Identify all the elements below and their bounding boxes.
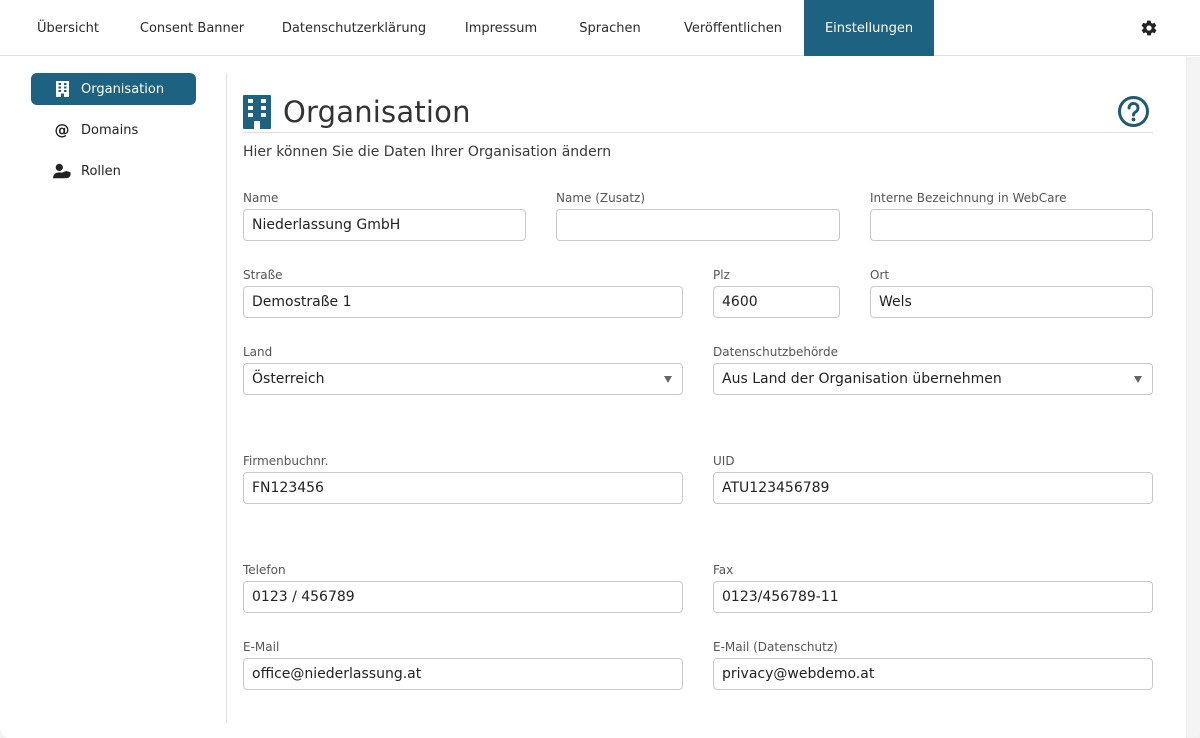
app-window: Übersicht Consent Banner Datenschutzerkl… [0, 0, 1200, 738]
zip-field[interactable]: 4600 [713, 286, 840, 318]
uid-label: UID [713, 454, 735, 468]
chevron-down-icon [664, 376, 672, 383]
country-select[interactable]: Österreich [243, 363, 683, 395]
zip-label: Plz [713, 268, 730, 282]
street-field[interactable]: Demostraße 1 [243, 286, 683, 318]
register-no-label: Firmenbuchnr. [243, 454, 329, 468]
sidebar-item-rollen[interactable]: Rollen [31, 155, 196, 187]
fax-label: Fax [713, 563, 734, 577]
city-field[interactable]: Wels [870, 286, 1153, 318]
page-header: Organisation [243, 94, 471, 130]
authority-select[interactable]: Aus Land der Organisation übernehmen [713, 363, 1153, 395]
phone-label: Telefon [243, 563, 286, 577]
name-extra-label: Name (Zusatz) [556, 191, 646, 205]
tab-datenschutzerklaerung[interactable]: Datenschutzerklärung [264, 0, 444, 56]
sidebar-item-domains[interactable]: @ Domains [31, 114, 196, 146]
sidebar-item-label: Organisation [81, 81, 165, 97]
email-privacy-label: E-Mail (Datenschutz) [713, 640, 838, 654]
register-no-field[interactable]: FN123456 [243, 472, 683, 504]
phone-field[interactable]: 0123 / 456789 [243, 581, 683, 613]
uid-field[interactable]: ATU123456789 [713, 472, 1153, 504]
tab-sprachen[interactable]: Sprachen [558, 0, 662, 56]
tab-veroeffentlichen[interactable]: Veröffentlichen [662, 0, 804, 56]
chevron-down-icon [1134, 376, 1142, 383]
internal-name-field[interactable] [870, 209, 1153, 241]
sidebar-item-label: Domains [81, 122, 139, 138]
name-extra-field[interactable] [556, 209, 840, 241]
user-shield-icon [53, 162, 71, 180]
email-field[interactable]: office@niederlassung.at [243, 658, 683, 690]
authority-select-value: Aus Land der Organisation übernehmen [722, 371, 1002, 387]
at-icon: @ [54, 121, 70, 139]
tab-einstellungen[interactable]: Einstellungen [804, 0, 934, 56]
scrollbar[interactable] [1186, 57, 1200, 738]
tab-consent-banner[interactable]: Consent Banner [120, 0, 264, 56]
top-nav: Übersicht Consent Banner Datenschutzerkl… [0, 0, 1200, 56]
city-label: Ort [870, 268, 890, 282]
name-field[interactable]: Niederlassung GmbH [243, 209, 526, 241]
header-divider [243, 132, 1153, 133]
street-label: Straße [243, 268, 283, 282]
help-circle-icon[interactable] [1117, 95, 1150, 128]
authority-label: Datenschutzbehörde [713, 345, 839, 359]
building-icon [243, 95, 271, 129]
tab-impressum[interactable]: Impressum [444, 0, 558, 56]
gear-icon[interactable] [1140, 19, 1158, 37]
country-select-value: Österreich [252, 371, 325, 387]
email-privacy-field[interactable]: privacy@webdemo.at [713, 658, 1153, 690]
page-subtitle: Hier können Sie die Daten Ihrer Organisa… [243, 144, 612, 160]
internal-name-label: Interne Bezeichnung in WebCare [870, 191, 1067, 205]
sidebar-divider [226, 73, 227, 723]
page-title: Organisation [283, 95, 471, 129]
fax-field[interactable]: 0123/456789-11 [713, 581, 1153, 613]
sidebar-item-organisation[interactable]: Organisation [31, 73, 196, 105]
building-icon [53, 80, 71, 98]
country-label: Land [243, 345, 273, 359]
name-label: Name [243, 191, 279, 205]
sidebar: Organisation @ Domains Rollen [0, 57, 226, 738]
email-label: E-Mail [243, 640, 280, 654]
sidebar-item-label: Rollen [81, 163, 121, 179]
tab-uebersicht[interactable]: Übersicht [16, 0, 120, 56]
